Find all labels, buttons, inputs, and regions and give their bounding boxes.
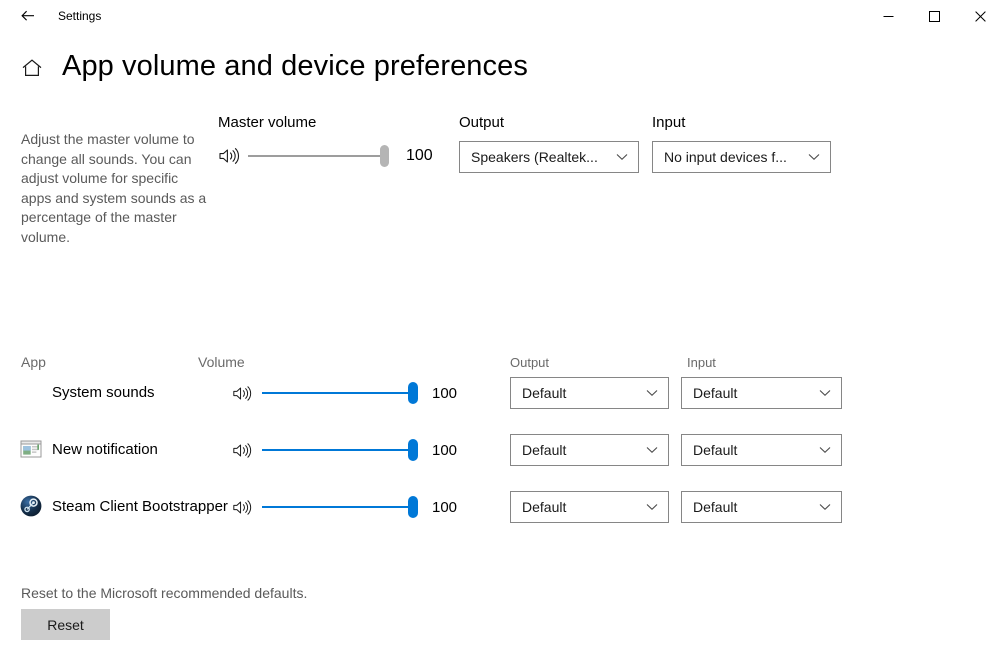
master-volume-row: 100 bbox=[218, 145, 433, 167]
app-volume-value: 100 bbox=[432, 384, 458, 402]
app-output-value: Default bbox=[522, 499, 567, 515]
app-slider-thumb[interactable] bbox=[408, 496, 418, 518]
app-input-dropdown[interactable]: Default bbox=[681, 377, 842, 409]
minimize-button[interactable] bbox=[865, 0, 911, 32]
steam-icon bbox=[20, 495, 42, 517]
app-input-dropdown[interactable]: Default bbox=[681, 491, 842, 523]
app-slider-track bbox=[262, 392, 414, 394]
app-input-value: Default bbox=[693, 385, 738, 401]
app-input-value: Default bbox=[693, 442, 738, 458]
column-header-volume: Volume bbox=[198, 354, 245, 370]
description-text: Adjust the master volume to change all s… bbox=[21, 131, 207, 245]
table-row: New notification 100 Default Default bbox=[0, 430, 1003, 470]
column-header-output: Output bbox=[510, 355, 550, 370]
chevron-down-icon bbox=[614, 149, 630, 165]
output-device-value: Speakers (Realtek... bbox=[471, 149, 598, 165]
title-bar: Settings bbox=[0, 0, 1003, 32]
maximize-icon bbox=[928, 10, 940, 22]
chevron-down-icon bbox=[644, 499, 660, 515]
app-volume-value: 100 bbox=[432, 498, 458, 516]
input-device-group: Input No input devices f... bbox=[652, 114, 831, 173]
reset-description: Reset to the Microsoft recommended defau… bbox=[21, 585, 308, 601]
page-title: App volume and device preferences bbox=[62, 50, 528, 82]
window-title: Settings bbox=[58, 9, 102, 23]
close-icon bbox=[974, 10, 986, 22]
app-volume-slider[interactable] bbox=[262, 382, 418, 404]
close-button[interactable] bbox=[957, 0, 1003, 32]
app-volume-group: 100 bbox=[232, 487, 457, 527]
column-header-app: App bbox=[21, 354, 46, 370]
master-slider-thumb[interactable] bbox=[380, 145, 389, 167]
chevron-down-icon bbox=[644, 385, 660, 401]
speaker-icon bbox=[232, 382, 258, 404]
notification-window-icon bbox=[20, 438, 42, 460]
home-icon bbox=[22, 59, 42, 76]
app-slider-thumb[interactable] bbox=[408, 439, 418, 461]
speaker-icon bbox=[232, 439, 258, 461]
master-slider-track bbox=[248, 155, 386, 157]
app-slider-thumb[interactable] bbox=[408, 382, 418, 404]
app-output-dropdown[interactable]: Default bbox=[510, 377, 669, 409]
app-volume-group: 100 bbox=[232, 373, 457, 413]
chevron-down-icon bbox=[817, 385, 833, 401]
back-button[interactable] bbox=[6, 0, 50, 32]
chevron-down-icon bbox=[817, 499, 833, 515]
chevron-down-icon bbox=[817, 442, 833, 458]
app-input-dropdown[interactable]: Default bbox=[681, 434, 842, 466]
app-slider-track bbox=[262, 449, 414, 451]
master-volume-value: 100 bbox=[406, 147, 433, 164]
app-volume-slider[interactable] bbox=[262, 439, 418, 461]
column-header-input: Input bbox=[687, 355, 716, 370]
output-device-group: Output Speakers (Realtek... bbox=[459, 114, 639, 173]
speaker-icon bbox=[232, 496, 258, 518]
app-volume-group: 100 bbox=[232, 430, 457, 470]
input-label: Input bbox=[652, 114, 686, 131]
table-row: Steam Client Bootstrapper 100 Default De… bbox=[0, 487, 1003, 527]
app-name: New notification bbox=[52, 441, 158, 458]
minimize-icon bbox=[883, 15, 893, 17]
output-device-dropdown[interactable]: Speakers (Realtek... bbox=[459, 141, 639, 173]
input-device-value: No input devices f... bbox=[664, 149, 787, 165]
app-volume-slider[interactable] bbox=[262, 496, 418, 518]
table-row: System sounds 100 Default Default bbox=[0, 373, 1003, 413]
reset-button[interactable]: Reset bbox=[21, 609, 110, 640]
input-device-dropdown[interactable]: No input devices f... bbox=[652, 141, 831, 173]
app-name: System sounds bbox=[52, 384, 155, 401]
master-volume-label: Master volume bbox=[218, 114, 317, 131]
speaker-icon bbox=[218, 145, 244, 167]
home-button[interactable] bbox=[20, 56, 44, 80]
app-slider-track bbox=[262, 506, 414, 508]
app-output-value: Default bbox=[522, 385, 567, 401]
app-volume-value: 100 bbox=[432, 441, 458, 459]
app-input-value: Default bbox=[693, 499, 738, 515]
app-output-value: Default bbox=[522, 442, 567, 458]
app-name: Steam Client Bootstrapper bbox=[52, 498, 228, 515]
maximize-button[interactable] bbox=[911, 0, 957, 32]
window-controls bbox=[865, 0, 1003, 32]
back-arrow-icon bbox=[21, 10, 34, 21]
chevron-down-icon bbox=[644, 442, 660, 458]
output-label: Output bbox=[459, 114, 505, 131]
app-output-dropdown[interactable]: Default bbox=[510, 491, 669, 523]
master-volume-slider[interactable] bbox=[248, 145, 389, 167]
chevron-down-icon bbox=[806, 149, 822, 165]
app-output-dropdown[interactable]: Default bbox=[510, 434, 669, 466]
